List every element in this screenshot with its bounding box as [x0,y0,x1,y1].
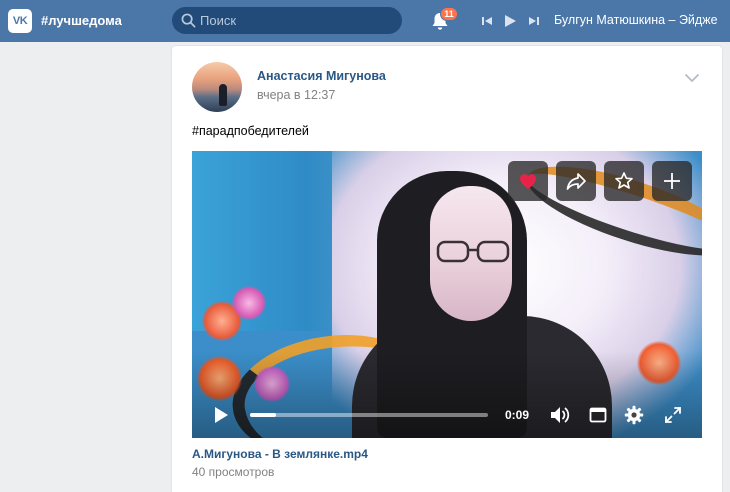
search-icon [181,13,196,28]
next-track-icon[interactable] [527,14,541,28]
author-name-link[interactable]: Анастасия Мигунова [257,69,386,83]
volume-icon[interactable] [549,405,571,425]
share-video-button[interactable] [556,161,596,201]
video-title-link[interactable]: А.Мигунова - В землянке.mp4 [192,447,368,461]
miniplayer-icon[interactable] [589,406,607,424]
fullscreen-icon[interactable] [664,406,682,424]
share-icon [566,173,586,190]
top-header: VK #лучшедома 11 Булгун Матюшкина – Эйдж… [0,0,730,42]
video-progress-fill [250,413,277,417]
play-icon[interactable] [213,406,229,424]
chevron-down-icon[interactable] [684,70,700,86]
video-current-time: 0:09 [505,408,530,422]
post-hashtag-link[interactable]: #парадпобедителей [192,124,309,138]
post-card: Анастасия Мигунова вчера в 12:37 #парадп… [172,46,722,492]
now-playing-title[interactable]: Булгун Матюшкина – Эйдже [554,13,718,27]
video-progress-bar[interactable] [250,413,488,417]
plus-icon [664,173,680,189]
add-to-favorites-button[interactable] [604,161,644,201]
video-player[interactable]: 0:09 [192,151,702,438]
search-input[interactable] [200,7,395,34]
video-views-count: 40 просмотров [192,465,275,479]
author-avatar[interactable] [192,62,242,112]
add-video-button[interactable] [652,161,692,201]
header-hashtag-link[interactable]: #лучшедома [41,13,122,28]
settings-icon[interactable] [624,405,644,425]
notifications-badge: 11 [440,7,458,21]
post-time[interactable]: вчера в 12:37 [257,88,335,102]
vk-logo[interactable]: VK [8,9,32,33]
like-video-button[interactable] [508,161,548,201]
star-icon [615,172,633,189]
search-box[interactable] [172,7,402,34]
previous-track-icon[interactable] [480,14,494,28]
play-track-icon[interactable] [503,14,517,28]
heart-icon [520,174,536,189]
